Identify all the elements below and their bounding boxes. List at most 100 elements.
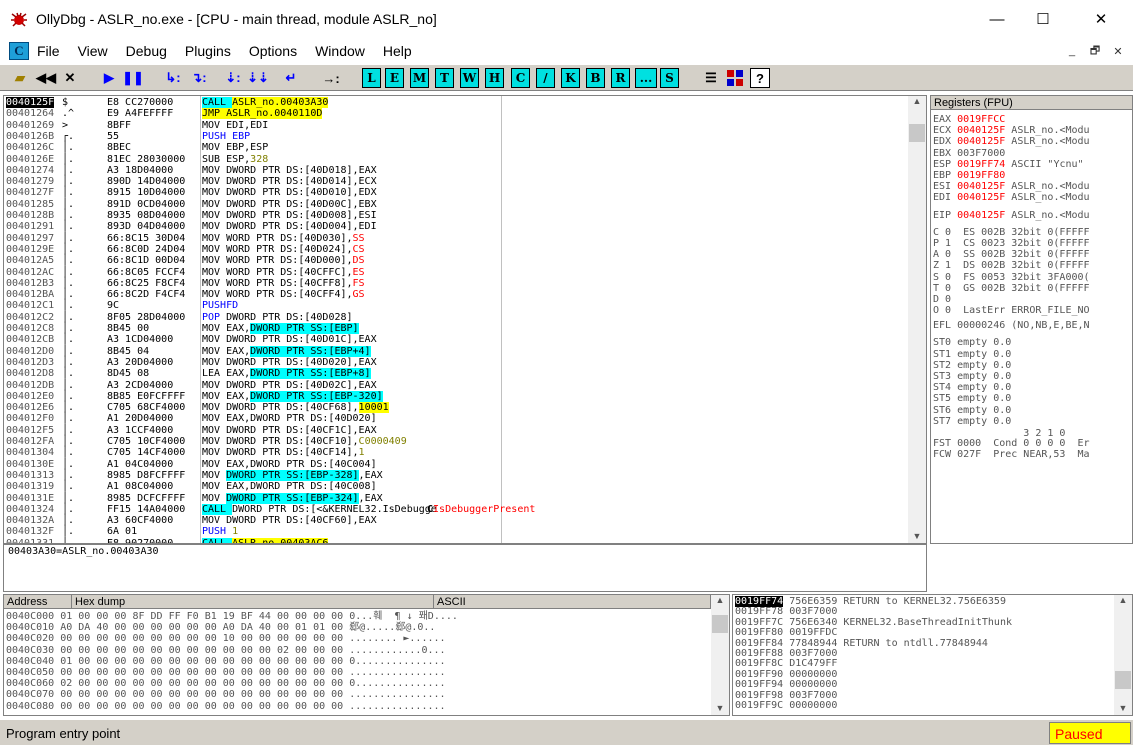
- register-row[interactable]: EIP 0040125F ASLR_no.<Modu: [933, 210, 1090, 221]
- references-window-button[interactable]: R: [611, 68, 630, 88]
- stack-scrollbar[interactable]: ▲ ▼: [1114, 595, 1132, 715]
- fpu-register-row[interactable]: ST1 empty 0.0: [933, 349, 1011, 360]
- disassembly-row[interactable]: 004012BA │. 66:8C2D F4CF4 MOV WORD PTR DS:[…: [4, 289, 926, 300]
- disassembly-row[interactable]: 0040128B │. 8935 08D04000 MOV DWORD PTR DS:…: [4, 210, 926, 221]
- disassembly-row[interactable]: 004012FA │. C705 10CF4000 MOV DWORD PTR DS:…: [4, 436, 926, 447]
- flag-row[interactable]: C 0 ES 002B 32bit 0(FFFFF: [933, 227, 1090, 238]
- flag-row[interactable]: D 0: [933, 294, 951, 305]
- mdi-restore-button[interactable]: 🗗: [1085, 41, 1105, 61]
- dump-row[interactable]: 0040C010 A0 DA 40 00 00 00 00 00 00 A0 D…: [6, 622, 435, 633]
- stack-row[interactable]: 0019FF8C D1C479FF: [735, 658, 843, 669]
- disassembly-row[interactable]: 0040132F │. 6A 01 PUSH 1: [4, 526, 926, 537]
- disassembly-row[interactable]: 004012C8 │. 8B45 00 MOV EAX,DWORD PTR SS:[E…: [4, 323, 926, 334]
- disassembly-row[interactable]: 004012E6 │. C705 68CF4000 MOV DWORD PTR DS:…: [4, 402, 926, 414]
- disassembly-row[interactable]: 004012C2 │. 8F05 28D04000 POP DWORD PTR DS:…: [4, 312, 926, 323]
- scroll-down-icon[interactable]: ▼: [908, 531, 926, 541]
- dump-row[interactable]: 0040C060 02 00 00 00 00 00 00 00 00 00 0…: [6, 678, 446, 689]
- dump-row[interactable]: 0040C080 00 00 00 00 00 00 00 00 00 00 0…: [6, 701, 446, 712]
- fpu-register-row[interactable]: ST4 empty 0.0: [933, 382, 1011, 393]
- disassembly-pane[interactable]: 0040125F $ E8 CC270000 CALL ASLR_no.00403A3…: [3, 95, 927, 544]
- breakpoints-window-button[interactable]: B: [586, 68, 605, 88]
- register-row[interactable]: EDX 0040125F ASLR_no.<Modu: [933, 136, 1090, 147]
- registers-pane[interactable]: Registers (FPU) EAX 0019FFCC ECX 0040125…: [930, 95, 1133, 544]
- hex-dump-pane[interactable]: Address Hex dump ASCII 0040C000 01 00 00…: [3, 594, 730, 716]
- stack-row[interactable]: 0019FF98 003F7000: [735, 690, 843, 701]
- register-row[interactable]: EDI 0040125F ASLR_no.<Modu: [933, 192, 1090, 203]
- disassembly-row[interactable]: 00401264 .^ E9 A4FEFFFF JMP ASLR_no.0040110…: [4, 108, 926, 120]
- dump-header-address[interactable]: Address: [4, 595, 72, 609]
- flag-row[interactable]: S 0 FS 0053 32bit 3FA000(: [933, 272, 1090, 283]
- disassembly-row[interactable]: 004012F5 │. A3 1CCF4000 MOV DWORD PTR DS:[4…: [4, 425, 926, 436]
- go-to-icon[interactable]: →:: [320, 68, 342, 88]
- menu-window[interactable]: Window: [313, 43, 367, 59]
- list-icon[interactable]: ☰: [700, 68, 722, 88]
- dump-row[interactable]: 0040C000 01 00 00 00 8F DD FF F0 B1 19 B…: [6, 611, 458, 622]
- fpu-register-row[interactable]: ST6 empty 0.0: [933, 405, 1011, 416]
- dump-row[interactable]: 0040C020 00 00 00 00 00 00 00 00 00 10 0…: [6, 633, 446, 644]
- step-over-icon[interactable]: ↴:: [188, 68, 210, 88]
- trace-over-icon[interactable]: ⇣⇣: [247, 68, 269, 88]
- disassembly-row[interactable]: 004012CB │. A3 1CD04000 MOV DWORD PTR DS:[4…: [4, 334, 926, 345]
- eflags-row[interactable]: EFL 00000246 (NO,NB,E,BE,N: [933, 320, 1090, 331]
- disassembly-row[interactable]: 00401269 >8BFF MOV EDI,EDI: [4, 120, 926, 131]
- register-row[interactable]: EBP 0019FF80: [933, 170, 1011, 181]
- execute-till-return-icon[interactable]: ↵: [280, 68, 302, 88]
- handles-window-button[interactable]: H: [485, 68, 504, 88]
- disassembly-row[interactable]: 0040131E │. 8985 DCFCFFFF MOV DWORD PTR SS:…: [4, 492, 926, 504]
- scroll-thumb[interactable]: [712, 615, 728, 633]
- stack-row[interactable]: 0019FF84 77848944 RETURN to ntdll.778489…: [735, 638, 988, 649]
- disassembly-row[interactable]: 004012A5 │. 66:8C1D 00D04 MOV WORD PTR DS:[…: [4, 255, 926, 266]
- modules-window-button[interactable]: E: [385, 68, 404, 88]
- disassembly-row[interactable]: 004012DB │. A3 2CD04000 MOV DWORD PTR DS:[4…: [4, 380, 926, 391]
- scroll-down-icon[interactable]: ▼: [711, 703, 729, 713]
- disassembly-row[interactable]: 00401285 │. 891D 0CD04000 MOV DWORD PTR DS:…: [4, 199, 926, 210]
- dump-row[interactable]: 0040C070 00 00 00 00 00 00 00 00 00 00 0…: [6, 689, 446, 700]
- registers-header[interactable]: Registers (FPU): [931, 96, 1132, 110]
- disassembly-row[interactable]: 004012D8 │. 8D45 08 LEA EAX,DWORD PTR SS:[E…: [4, 368, 926, 380]
- stack-row[interactable]: 0019FF94 00000000: [735, 679, 843, 690]
- menu-file[interactable]: File: [35, 43, 62, 59]
- disassembly-row[interactable]: 0040126C │. 8BEC MOV EBP,ESP: [4, 142, 926, 153]
- open-icon[interactable]: ▰: [9, 68, 31, 88]
- mdi-minimize-button[interactable]: _: [1062, 41, 1082, 61]
- stack-pane[interactable]: 0019FF74 756E6359 RETURN to KERNEL32.756…: [732, 594, 1133, 716]
- disassembly-row[interactable]: 004012D3 │. A3 20D04000 MOV DWORD PTR DS:[4…: [4, 357, 926, 368]
- disassembly-row[interactable]: 0040127F │. 8915 10D04000 MOV DWORD PTR DS:…: [4, 187, 926, 198]
- disassembly-row[interactable]: 00401279 │. 890D 14D04000 MOV DWORD PTR DS:…: [4, 176, 926, 187]
- fst-row[interactable]: FST 0000 Cond 0 0 0 0 Er: [933, 438, 1090, 449]
- dump-row[interactable]: 0040C040 01 00 00 00 00 00 00 00 00 00 0…: [6, 656, 446, 667]
- scroll-thumb[interactable]: [1115, 671, 1131, 689]
- register-row[interactable]: ESP 0019FF74 ASCII "Ycnu": [933, 159, 1084, 170]
- run-trace-window-button[interactable]: ...: [635, 68, 657, 88]
- dump-header-ascii[interactable]: ASCII: [434, 595, 711, 609]
- disassembly-row[interactable]: 00401313 │. 8985 D8FCFFFF MOV DWORD PTR SS:…: [4, 469, 926, 481]
- menu-debug[interactable]: Debug: [124, 43, 169, 59]
- run-icon[interactable]: ▶: [98, 68, 120, 88]
- fpu-register-row[interactable]: ST3 empty 0.0: [933, 371, 1011, 382]
- stack-row[interactable]: 0019FF7C 756E6340 KERNEL32.BaseThreadIni…: [735, 617, 1012, 628]
- source-window-button[interactable]: S: [660, 68, 679, 88]
- fpu-register-row[interactable]: ST0 empty 0.0: [933, 337, 1011, 348]
- disassembly-row[interactable]: 0040129E │. 66:8C0D 24D04 MOV WORD PTR DS:[…: [4, 244, 926, 255]
- dump-row[interactable]: 0040C050 00 00 00 00 00 00 00 00 00 00 0…: [6, 667, 446, 678]
- stack-row[interactable]: 0019FF74 756E6359 RETURN to KERNEL32.756…: [735, 596, 1006, 607]
- register-row[interactable]: EAX 0019FFCC: [933, 114, 1011, 125]
- menu-plugins[interactable]: Plugins: [183, 43, 233, 59]
- close-process-icon[interactable]: ✕: [60, 68, 80, 88]
- disassembly-row[interactable]: 004012F0 │. A1 20D04000 MOV EAX,DWORD PTR D…: [4, 413, 926, 424]
- flag-row[interactable]: Z 1 DS 002B 32bit 0(FFFFF: [933, 260, 1090, 271]
- help-icon[interactable]: ?: [750, 68, 770, 88]
- flag-row[interactable]: T 0 GS 002B 32bit 0(FFFFF: [933, 283, 1090, 294]
- maximize-button[interactable]: ☐: [1020, 0, 1066, 38]
- disassembly-row[interactable]: 004012C1 │. 9C PUSHFD: [4, 300, 926, 311]
- scroll-up-icon[interactable]: ▲: [908, 96, 926, 106]
- register-row[interactable]: ECX 0040125F ASLR_no.<Modu: [933, 125, 1090, 136]
- minimize-button[interactable]: —: [974, 0, 1020, 38]
- flag-row[interactable]: O 0 LastErr ERROR_FILE_NO: [933, 305, 1090, 316]
- scroll-up-icon[interactable]: ▲: [711, 595, 729, 605]
- disassembly-row[interactable]: 004012B3 │. 66:8C25 F8CF4 MOV WORD PTR DS:[…: [4, 278, 926, 289]
- memory-window-button[interactable]: M: [410, 68, 429, 88]
- rewind-icon[interactable]: ◀◀: [35, 68, 57, 88]
- scroll-down-icon[interactable]: ▼: [1114, 703, 1132, 713]
- fpu-register-row[interactable]: ST2 empty 0.0: [933, 360, 1011, 371]
